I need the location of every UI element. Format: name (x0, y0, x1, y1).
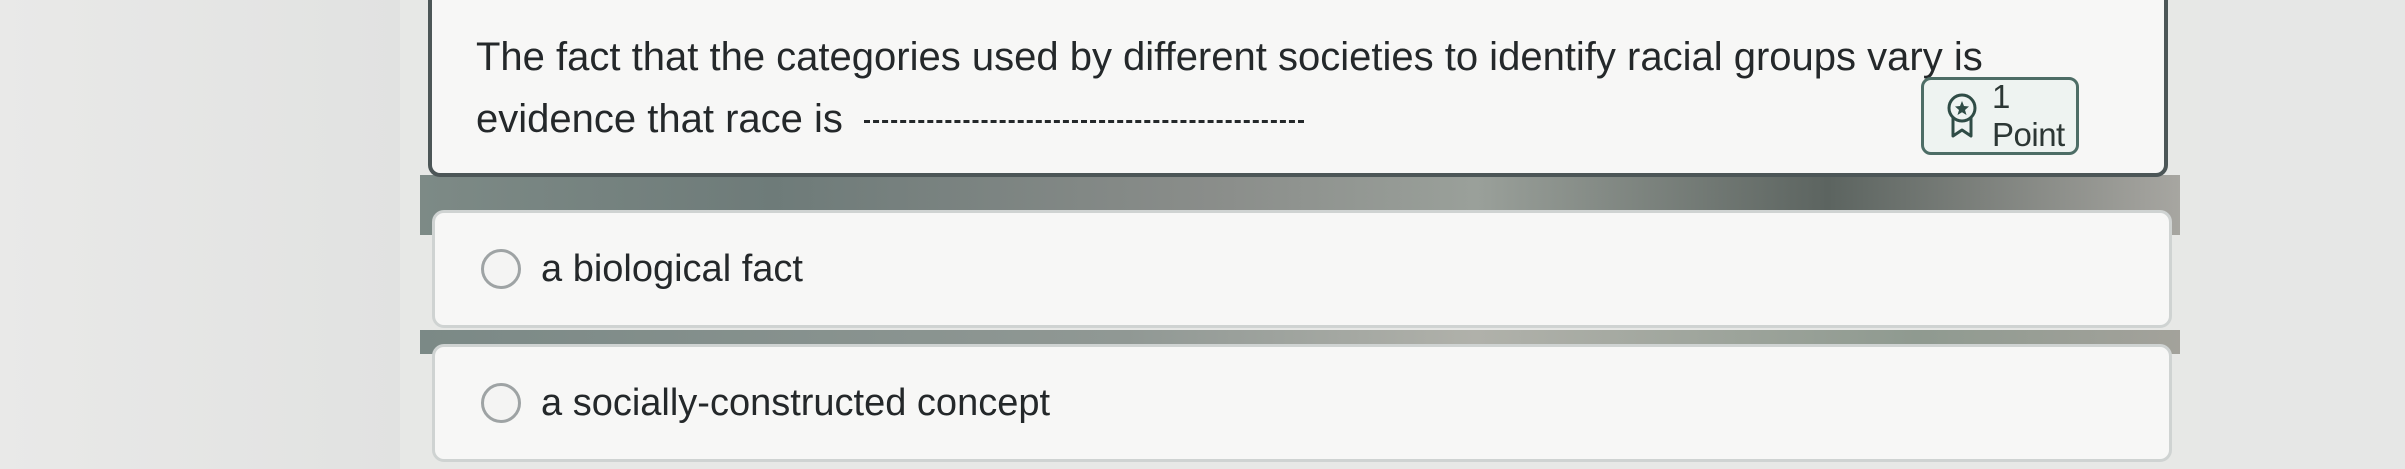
option-label: a socially-constructed concept (541, 381, 1051, 424)
background-left (0, 0, 400, 469)
answer-option-b[interactable]: a socially-constructed concept (432, 344, 2172, 462)
award-icon (1947, 93, 1977, 138)
points-label: 1 Point (1992, 78, 2065, 153)
radio-button[interactable] (481, 249, 521, 289)
points-badge: 1 Point (1921, 77, 2079, 155)
answer-blank (864, 119, 1304, 123)
radio-button[interactable] (481, 383, 521, 423)
question-text: The fact that the categories used by dif… (476, 35, 1983, 141)
background-right (2200, 0, 2405, 469)
question-text-block: The fact that the categories used by dif… (476, 26, 2116, 150)
question-card: The fact that the categories used by dif… (428, 0, 2168, 177)
option-label: a biological fact (541, 247, 803, 290)
answer-option-a[interactable]: a biological fact (432, 210, 2172, 328)
